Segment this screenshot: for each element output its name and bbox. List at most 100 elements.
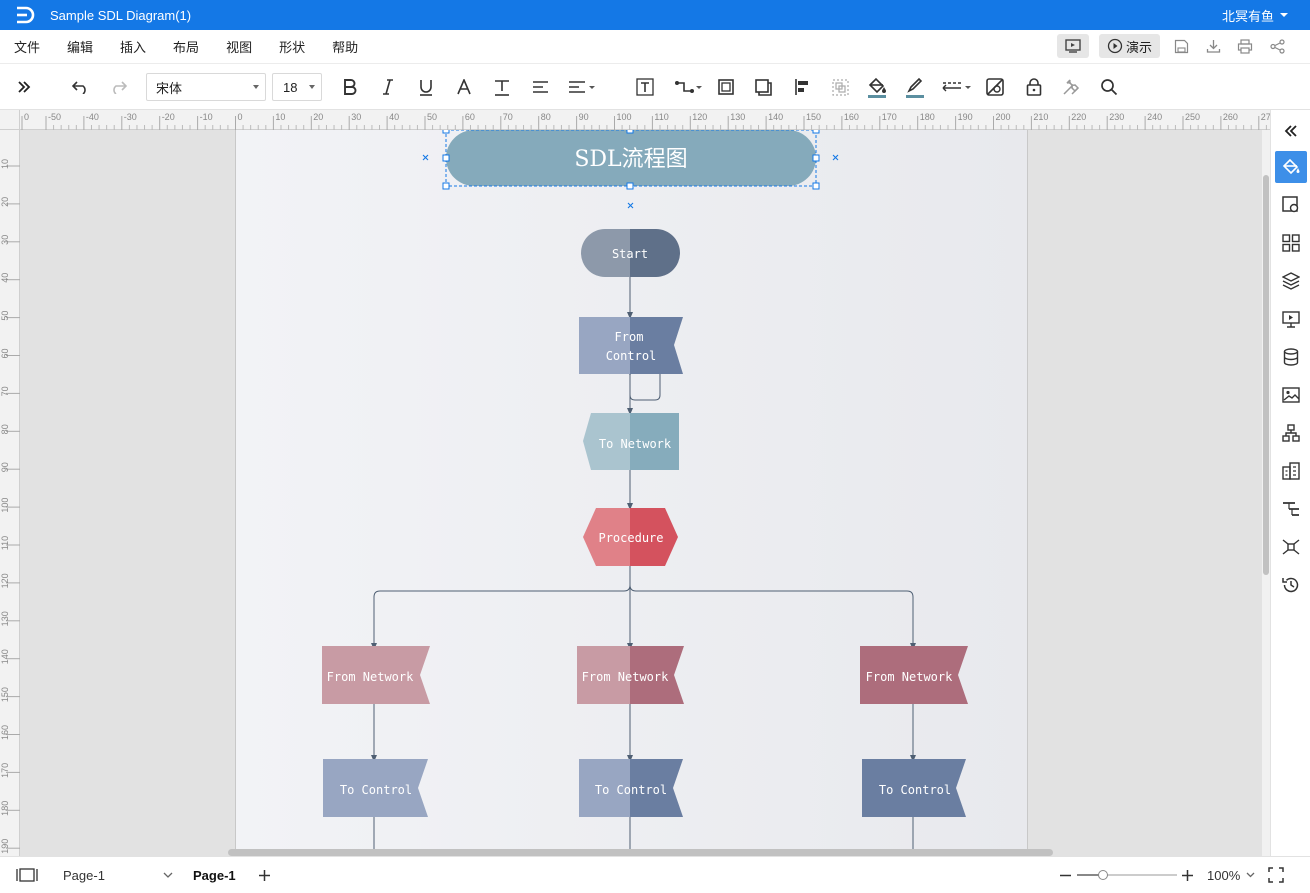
horizontal-ruler[interactable]: 0 -50 -40 -30 -20 -10 0 10 20 30 40 50 60 70 80 90 100 11… — [20, 110, 1290, 130]
page-panel-toggle[interactable] — [16, 857, 38, 893]
zoom-slider[interactable] — [1077, 857, 1177, 893]
menu-shape[interactable]: 形状 — [265, 37, 318, 56]
app-logo-icon[interactable] — [0, 0, 50, 30]
align-shapes-button[interactable] — [791, 75, 813, 99]
image-panel-button[interactable] — [1275, 379, 1307, 411]
font-size-select[interactable]: 18 — [272, 73, 322, 101]
bold-button[interactable] — [340, 75, 360, 99]
line-style-icon — [942, 82, 971, 92]
shape-to-control-mid[interactable]: To Control — [579, 759, 683, 817]
ruler-tick-label: 110 — [654, 112, 668, 122]
presentation-panel-button[interactable] — [1275, 303, 1307, 335]
ruler-tick-label: 120 — [692, 112, 707, 122]
line-spacing-icon — [569, 81, 595, 93]
shape-to-control-left[interactable]: To Control — [323, 759, 428, 817]
line-style-button[interactable] — [941, 75, 973, 99]
menu-edit[interactable]: 编辑 — [53, 37, 106, 56]
horizontal-scrollbar-thumb[interactable] — [228, 849, 1053, 856]
text-box-button[interactable] — [634, 75, 656, 99]
user-menu[interactable]: 北冥有鱼 — [1222, 0, 1288, 30]
shape-from-network-mid[interactable]: From Network — [577, 646, 684, 704]
style-panel-button[interactable] — [1275, 151, 1307, 183]
horizontal-ruler-ticks: 0 -50 -40 -30 -20 -10 0 10 20 30 40 50 60 70 80 90 100 11… — [21, 112, 1290, 130]
collapse-sidebar-button[interactable] — [1275, 115, 1307, 147]
undo-button[interactable] — [70, 75, 92, 99]
zoom-level-dropdown[interactable]: 100% — [1207, 857, 1255, 893]
menu-view[interactable]: 视图 — [212, 37, 265, 56]
shape-start[interactable]: Start — [581, 229, 680, 277]
font-color-button[interactable] — [454, 75, 474, 99]
zoom-in-button[interactable] — [1181, 857, 1194, 893]
canvas-area[interactable]: SDL流程图 Start From Control To Network Pro… — [20, 130, 1270, 856]
search-button[interactable] — [1098, 75, 1120, 99]
page-tab-active[interactable]: Page-1 — [193, 857, 236, 893]
shape-from-network-left[interactable]: From Network — [322, 646, 430, 704]
zoom-out-button[interactable] — [1059, 857, 1072, 893]
fill-color-button[interactable] — [866, 75, 888, 99]
text-style-icon — [495, 79, 509, 96]
slideshow-icon — [1065, 39, 1081, 53]
present-button[interactable]: 演示 — [1098, 34, 1160, 58]
layers-button[interactable] — [1275, 265, 1307, 297]
shape-from-network-right[interactable]: From Network — [860, 646, 968, 704]
text-style-button[interactable] — [491, 75, 513, 99]
font-family-select[interactable]: 宋体 — [146, 73, 266, 101]
undo-icon — [72, 81, 86, 94]
menu-right-actions: 演示 — [1056, 34, 1288, 58]
menu-file[interactable]: 文件 — [0, 37, 53, 56]
ruler-tick-label: 140 — [0, 649, 10, 664]
image-icon — [1282, 387, 1300, 403]
menu-layout[interactable]: 布局 — [159, 37, 212, 56]
slideshow-view-button[interactable] — [1056, 34, 1089, 58]
shape-to-network[interactable]: To Network — [583, 413, 679, 470]
replace-shape-button[interactable] — [984, 75, 1006, 99]
ruler-tick-label: 70 — [503, 112, 513, 122]
line-color-button[interactable] — [904, 75, 926, 99]
shape-properties-button[interactable] — [1275, 189, 1307, 221]
play-circle-icon — [1107, 38, 1123, 54]
vertical-scrollbar-thumb[interactable] — [1263, 175, 1269, 575]
group-button[interactable] — [829, 75, 851, 99]
shape-to-control-right[interactable]: To Control — [862, 759, 966, 817]
page-dropdown[interactable]: Page-1 — [63, 857, 173, 893]
shape-from-network-right-label: From Network — [866, 670, 953, 684]
pen-icon — [906, 77, 924, 98]
underline-icon — [420, 79, 432, 96]
gantt-panel-button[interactable] — [1275, 493, 1307, 525]
shape-border-button[interactable] — [715, 75, 737, 99]
collapse-toolbar-button[interactable] — [14, 75, 34, 99]
zoom-slider-handle[interactable] — [1098, 870, 1108, 880]
shape-start-label: Start — [612, 247, 648, 261]
paint-bucket-icon — [868, 77, 886, 98]
connector-button[interactable] — [673, 75, 703, 99]
shape-from-control[interactable]: From Control — [579, 317, 683, 374]
history-button[interactable] — [1275, 569, 1307, 601]
vertical-ruler[interactable]: 10 20 30 40 50 60 70 80 90 100 110 120 130 140 150 160 1… — [0, 130, 20, 856]
mindmap-panel-button[interactable] — [1275, 531, 1307, 563]
ruler-tick-label: 270 — [1261, 112, 1270, 122]
italic-button[interactable] — [378, 75, 398, 99]
download-button[interactable] — [1202, 34, 1224, 58]
diagram-title-shape[interactable]: SDL流程图 — [446, 130, 816, 186]
tools-button[interactable] — [1060, 75, 1082, 99]
zoom-level-value: 100% — [1207, 867, 1241, 883]
menu-insert[interactable]: 插入 — [106, 37, 159, 56]
text-align-button[interactable] — [529, 75, 551, 99]
layout-panel-button[interactable] — [1275, 455, 1307, 487]
print-button[interactable] — [1234, 34, 1256, 58]
ruler-corner — [0, 110, 20, 130]
data-panel-button[interactable] — [1275, 341, 1307, 373]
symbol-library-button[interactable] — [1275, 227, 1307, 259]
shape-procedure[interactable]: Procedure — [583, 508, 678, 566]
lock-button[interactable] — [1023, 75, 1045, 99]
fullscreen-button[interactable] — [1268, 857, 1284, 893]
add-page-button[interactable] — [258, 857, 271, 893]
redo-button[interactable] — [107, 75, 129, 99]
org-chart-button[interactable] — [1275, 417, 1307, 449]
line-spacing-button[interactable] — [567, 75, 597, 99]
share-button[interactable] — [1266, 34, 1288, 58]
menu-help[interactable]: 帮助 — [318, 37, 371, 56]
underline-button[interactable] — [416, 75, 436, 99]
save-button[interactable] — [1170, 34, 1192, 58]
shadow-button[interactable] — [752, 75, 774, 99]
